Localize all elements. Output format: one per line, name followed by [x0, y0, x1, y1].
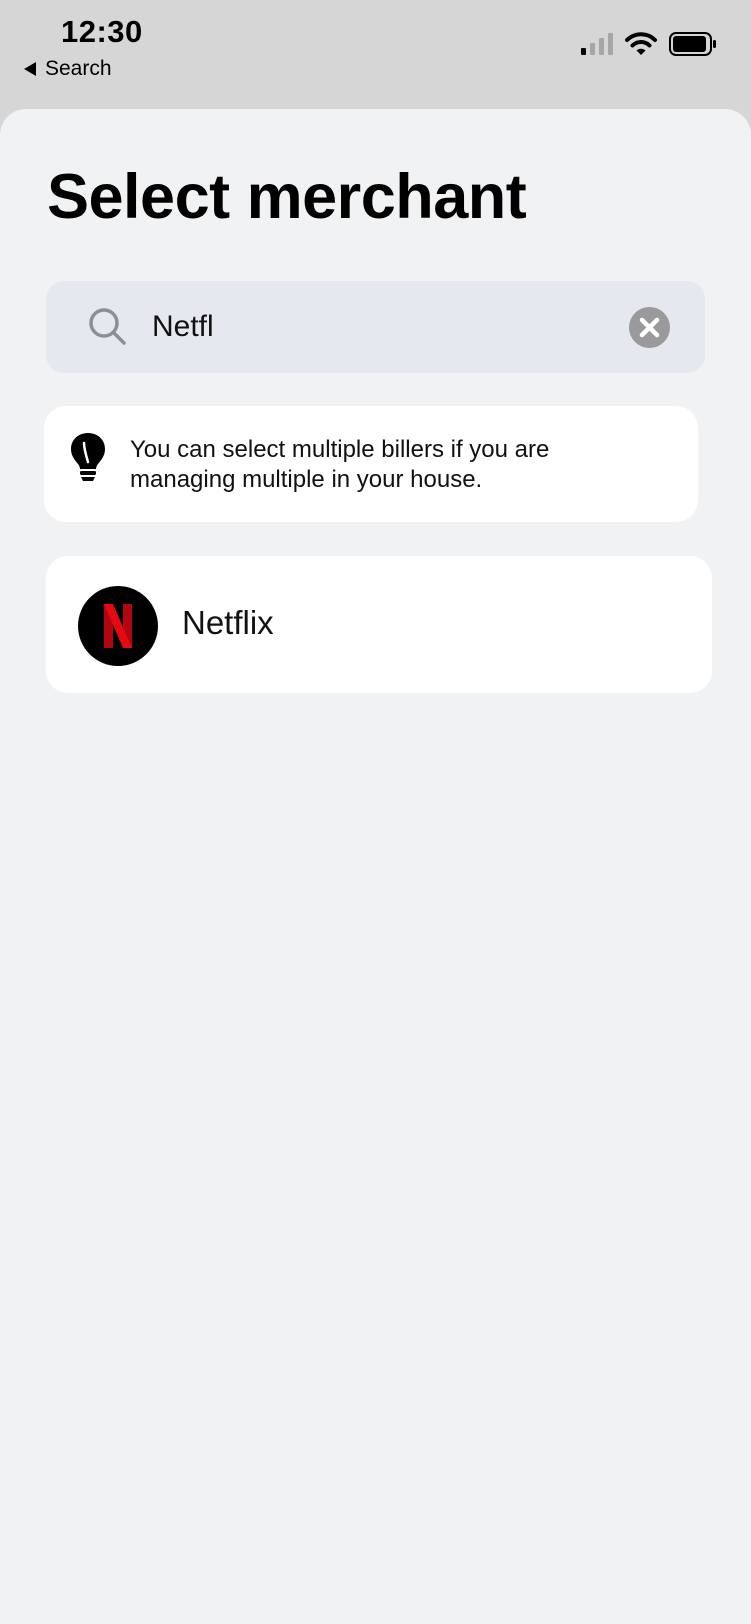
back-arrow-icon — [24, 62, 36, 76]
search-input[interactable] — [152, 281, 632, 373]
wifi-icon — [625, 32, 657, 55]
search-bar[interactable] — [46, 281, 705, 373]
battery-icon — [669, 32, 716, 56]
tip-card: You can select multiple billers if you a… — [44, 406, 698, 522]
search-icon — [89, 308, 126, 345]
lightbulb-icon — [71, 433, 105, 481]
clear-search-button[interactable] — [629, 307, 670, 348]
back-link-label: Search — [45, 57, 112, 80]
cellular-signal-icon — [581, 33, 613, 55]
netflix-logo — [78, 586, 158, 666]
merchant-sheet: Select merchant You can select multiple … — [0, 109, 751, 1624]
merchant-result-netflix[interactable]: Netflix — [46, 556, 712, 693]
merchant-name: Netflix — [182, 604, 274, 641]
status-bar: 12:30 Search — [0, 0, 751, 110]
status-icons — [581, 32, 717, 56]
tip-text: You can select multiple billers if you a… — [130, 436, 550, 493]
back-to-search-link[interactable]: Search — [24, 57, 112, 81]
page-title: Select merchant — [47, 162, 527, 232]
clear-icon — [639, 317, 660, 338]
status-time: 12:30 — [61, 14, 143, 49]
